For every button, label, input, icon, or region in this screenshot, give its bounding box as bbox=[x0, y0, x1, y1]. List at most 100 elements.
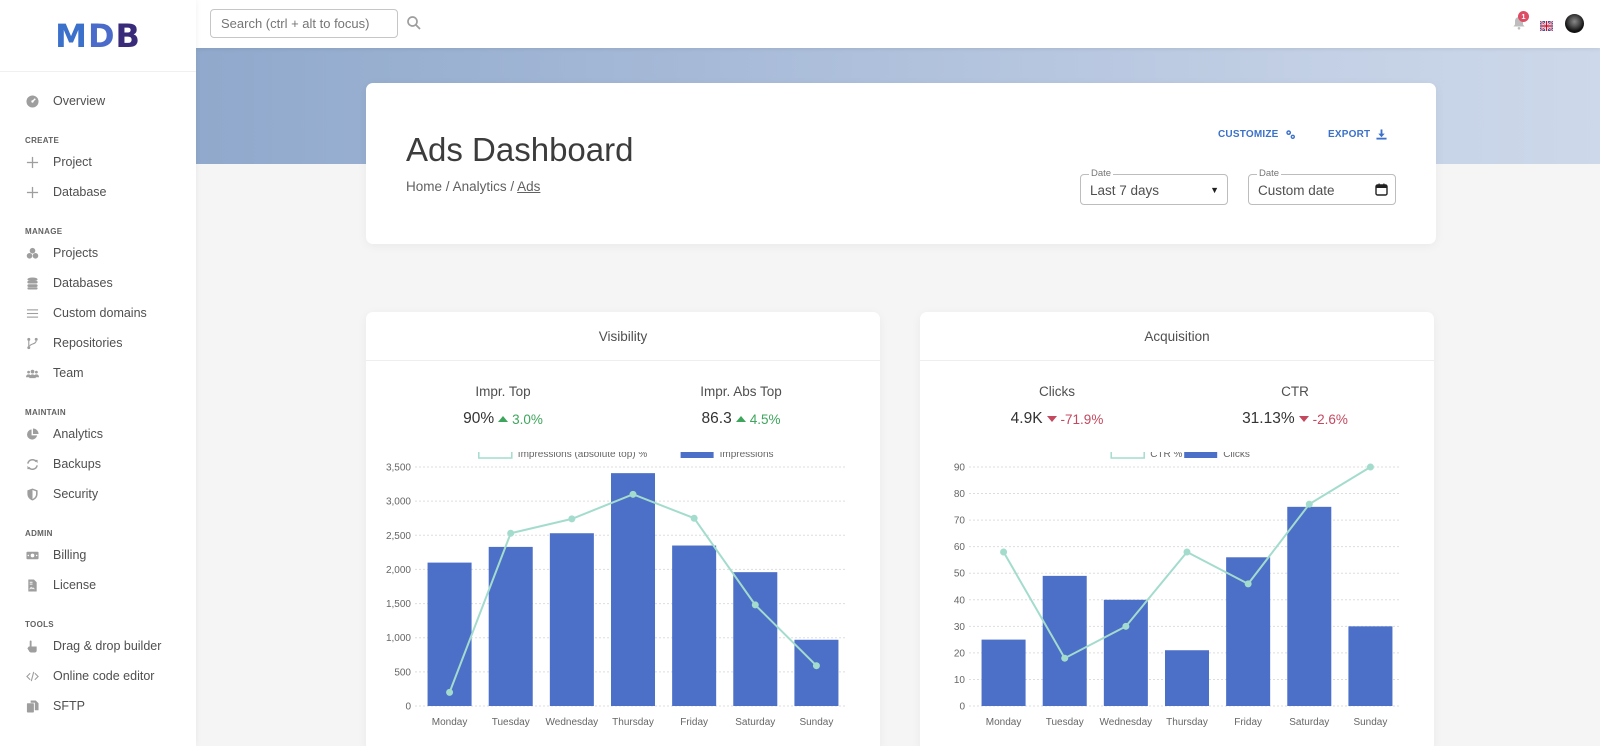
calendar-icon[interactable] bbox=[1375, 183, 1388, 196]
x-tick-label: Thursday bbox=[1166, 717, 1208, 728]
y-tick-label: 60 bbox=[954, 542, 966, 553]
y-tick-label: 30 bbox=[954, 622, 966, 633]
sidebar: M D B Overview CREATE Project Database MANAG… bbox=[0, 0, 196, 746]
sidebar-item-repositories[interactable]: Repositories bbox=[0, 328, 196, 358]
bar-thursday bbox=[610, 473, 656, 706]
custom-date-input[interactable]: Date Custom date bbox=[1248, 168, 1396, 205]
date-range-select[interactable]: Date Last 7 days ▼ bbox=[1080, 168, 1228, 205]
search-icon[interactable] bbox=[406, 15, 422, 31]
line-point-friday bbox=[1244, 580, 1252, 588]
export-button[interactable]: EXPORT bbox=[1328, 129, 1387, 140]
x-tick-label: Sunday bbox=[799, 717, 833, 728]
stat-value: 4.9K bbox=[1010, 410, 1043, 427]
line-point-tuesday bbox=[507, 529, 515, 537]
sidebar-item-label: Repositories bbox=[53, 336, 123, 350]
sidebar-item-online-code-editor[interactable]: Online code editor bbox=[0, 661, 196, 691]
visibility-chart: Impressions (absolute top) % Impressions 0… bbox=[386, 452, 847, 728]
breadcrumb-home[interactable]: Home bbox=[406, 179, 442, 194]
x-tick-label: Friday bbox=[680, 717, 708, 728]
shield-icon bbox=[25, 487, 39, 501]
line-point-friday bbox=[690, 514, 698, 522]
x-tick-label: Sunday bbox=[1353, 717, 1387, 728]
sidebar-item-sftp[interactable]: SFTP bbox=[0, 691, 196, 721]
bar-wednesday bbox=[549, 533, 594, 706]
legend-label: Impressions (absolute top) % bbox=[518, 452, 648, 460]
y-tick-label: 40 bbox=[954, 595, 966, 606]
user-avatar[interactable] bbox=[1565, 14, 1584, 33]
y-tick-label: 20 bbox=[954, 648, 966, 659]
chart-pie-icon bbox=[25, 427, 39, 441]
stat-label: CTR bbox=[1281, 384, 1309, 399]
sidebar-item-drag-drop-builder[interactable]: Drag & drop builder bbox=[0, 631, 196, 661]
x-tick-label: Tuesday bbox=[1046, 717, 1084, 728]
sidebar-item-custom-domains[interactable]: Custom domains bbox=[0, 298, 196, 328]
sidebar-item-label: Custom domains bbox=[53, 306, 147, 320]
y-tick-label: 0 bbox=[405, 702, 411, 713]
sidebar-item-label: Online code editor bbox=[53, 669, 155, 683]
search-input[interactable] bbox=[210, 9, 398, 38]
stat-label: Impr. Abs Top bbox=[700, 384, 782, 399]
legend-swatch-line bbox=[1110, 452, 1145, 459]
breadcrumb-separator: / bbox=[445, 179, 450, 194]
chart-legend: CTR % Clicks bbox=[1110, 452, 1250, 460]
page-header-card: Ads Dashboard Home / Analytics / Ads CUS… bbox=[366, 83, 1436, 244]
customize-label: CUSTOMIZE bbox=[1218, 129, 1279, 140]
sidebar-item-label: Drag & drop builder bbox=[53, 639, 162, 653]
mdb-logo[interactable]: M D B bbox=[0, 0, 196, 72]
sidebar-item-databases[interactable]: Databases bbox=[0, 268, 196, 298]
sidebar-section-heading: TOOLS bbox=[25, 619, 54, 629]
sidebar-section-heading: CREATE bbox=[25, 135, 60, 145]
bar-thursday bbox=[1164, 650, 1210, 706]
stat-label: Clicks bbox=[1039, 384, 1075, 399]
stat-clicks: Clicks 4.9K -71.9% bbox=[957, 384, 1157, 428]
sidebar-item-label: License bbox=[53, 578, 97, 592]
legend-item: Clicks bbox=[1184, 452, 1250, 460]
line-point-wednesday bbox=[1122, 622, 1130, 630]
sidebar-item-analytics[interactable]: Analytics bbox=[0, 419, 196, 449]
stat-value: 90% bbox=[463, 410, 495, 427]
line-point-sunday bbox=[1366, 463, 1374, 471]
x-tick-label: Wednesday bbox=[1100, 717, 1153, 728]
sidebar-item-overview[interactable]: Overview bbox=[0, 86, 196, 116]
sidebar-item-license[interactable]: License bbox=[0, 570, 196, 600]
y-tick-label: 2,500 bbox=[386, 531, 411, 542]
sidebar-section-heading: MAINTAIN bbox=[25, 407, 66, 417]
line-point-saturday bbox=[751, 601, 759, 609]
sidebar-item-billing[interactable]: Billing bbox=[0, 540, 196, 570]
legend-label: CTR % bbox=[1150, 452, 1182, 460]
stat-change: 3.0% bbox=[498, 412, 543, 427]
breadcrumb-ads[interactable]: Ads bbox=[517, 179, 540, 194]
x-tick-label: Friday bbox=[1234, 717, 1262, 728]
sidebar-item-projects[interactable]: Projects bbox=[0, 238, 196, 268]
sidebar-item-team[interactable]: Team bbox=[0, 358, 196, 388]
sidebar-item-label: Analytics bbox=[53, 427, 104, 441]
caret-up-icon bbox=[735, 416, 746, 422]
sidebar-item-label: Billing bbox=[53, 548, 87, 562]
stat-change-value: 3.0% bbox=[512, 411, 543, 427]
bar-saturday bbox=[1287, 506, 1332, 706]
uk-flag-icon[interactable] bbox=[1539, 18, 1554, 32]
logo-letter-d: D bbox=[87, 16, 116, 55]
sidebar-item-label: Security bbox=[53, 487, 99, 501]
breadcrumb-analytics[interactable]: Analytics bbox=[453, 179, 507, 194]
stat-value: 86.3 bbox=[701, 410, 732, 427]
line-point-thursday bbox=[1183, 548, 1191, 556]
bar-friday bbox=[1226, 557, 1271, 706]
cogs-icon bbox=[1285, 130, 1295, 139]
caret-down-icon bbox=[1298, 416, 1309, 422]
sidebar-item-project[interactable]: Project bbox=[0, 147, 196, 177]
bar-monday bbox=[427, 562, 472, 706]
y-tick-label: 3,500 bbox=[386, 463, 411, 474]
sidebar-item-backups[interactable]: Backups bbox=[0, 449, 196, 479]
sidebar-item-security[interactable]: Security bbox=[0, 479, 196, 509]
y-tick-label: 50 bbox=[954, 569, 966, 580]
code-icon bbox=[25, 669, 39, 683]
legend-swatch-bar bbox=[680, 452, 714, 458]
caret-down-icon: ▼ bbox=[1210, 185, 1219, 195]
customize-button[interactable]: CUSTOMIZE bbox=[1218, 129, 1296, 140]
logo-letter-b: B bbox=[115, 16, 141, 55]
page-title: Ads Dashboard bbox=[406, 131, 634, 168]
bar-friday bbox=[672, 545, 717, 706]
line-point-wednesday bbox=[568, 515, 576, 523]
sidebar-item-database[interactable]: Database bbox=[0, 177, 196, 207]
